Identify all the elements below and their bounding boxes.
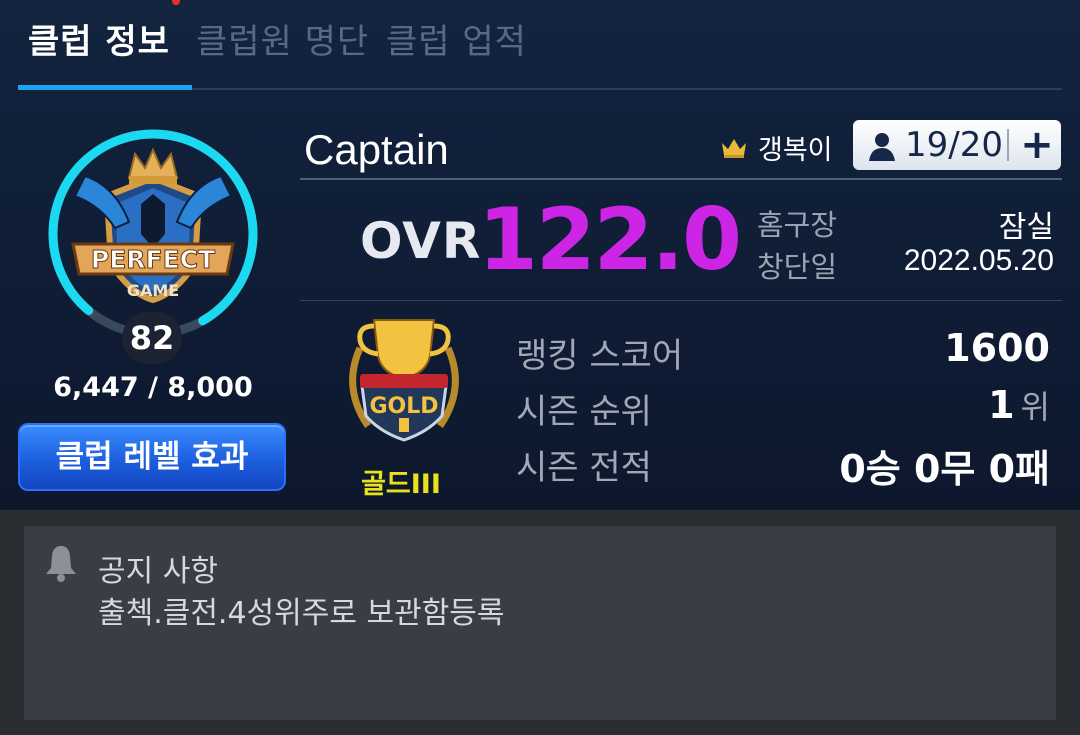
- club-emblem: PERFECT GAME: [45, 126, 261, 342]
- season-rank-label: 시즌 순위: [516, 392, 652, 432]
- emblem-text-top: PERFECT: [91, 245, 215, 274]
- home-stadium-label: 홈구장: [757, 208, 838, 242]
- founded-date-label: 창단일: [757, 250, 838, 284]
- tier-badge-text: GOLD: [369, 394, 438, 419]
- notice-body: 출첵.클전.4성위주로 보관함등록: [98, 596, 505, 631]
- crown-icon: [722, 139, 746, 158]
- header-divider: [300, 178, 1062, 180]
- club-level-ring: PERFECT GAME: [48, 129, 258, 339]
- emblem-text-bottom: GAME: [127, 281, 179, 300]
- person-icon: [869, 133, 895, 161]
- tier-name: 골드III: [361, 469, 441, 500]
- club-name: Captain: [304, 126, 449, 173]
- tab-club-info[interactable]: 클럽 정보: [28, 14, 170, 63]
- notice-box: 공지 사항 출첵.클전.4성위주로 보관함등록: [24, 526, 1056, 720]
- section-divider: [300, 300, 1062, 301]
- club-leader-name: 갱복이: [758, 135, 833, 166]
- gold-tier-trophy-icon: GOLD: [349, 319, 459, 442]
- season-rank: 1위: [988, 382, 1050, 428]
- season-rank-unit: 위: [1020, 388, 1050, 426]
- season-record-label: 시즌 전적: [516, 448, 652, 488]
- emblem-crest: PERFECT GAME: [71, 147, 235, 304]
- ranking-score-label: 랭킹 스코어: [516, 336, 684, 376]
- bell-icon: [46, 546, 76, 582]
- add-member-button[interactable]: +: [1013, 120, 1061, 170]
- season-rank-value: 1: [988, 383, 1015, 427]
- founded-date-value: 2022.05.20: [903, 244, 1054, 277]
- club-level-badge: 82: [122, 312, 182, 364]
- member-divider: [1007, 129, 1009, 161]
- club-level-effect-button[interactable]: 클럽 레벨 효과: [18, 423, 286, 491]
- notice-title: 공지 사항: [98, 554, 218, 589]
- notice-section: 공지 사항 출첵.클전.4성위주로 보관함등록: [0, 510, 1080, 735]
- member-count-box: 19/20 +: [853, 120, 1061, 170]
- ovr-value: 122.0: [478, 190, 742, 290]
- club-exp-text: 6,447 / 8,000: [53, 372, 253, 403]
- tab-club-achievements[interactable]: 클럽 업적: [386, 14, 527, 63]
- club-info-panel: 클럽 정보 클럽원 명단 클럽 업적 PERFECT GAME 82 6,447…: [0, 0, 1080, 510]
- member-count: 19/20: [905, 125, 1003, 165]
- ranking-score-value: 1600: [944, 326, 1050, 370]
- tab-bar: 클럽 정보 클럽원 명단 클럽 업적: [18, 0, 1062, 92]
- season-record-value: 0승 0무 0패: [839, 447, 1050, 491]
- active-tab-indicator: [18, 85, 192, 90]
- home-stadium-value: 잠실: [998, 211, 1054, 244]
- ovr-label: OVR: [360, 212, 482, 270]
- tab-club-members[interactable]: 클럽원 명단: [196, 14, 369, 63]
